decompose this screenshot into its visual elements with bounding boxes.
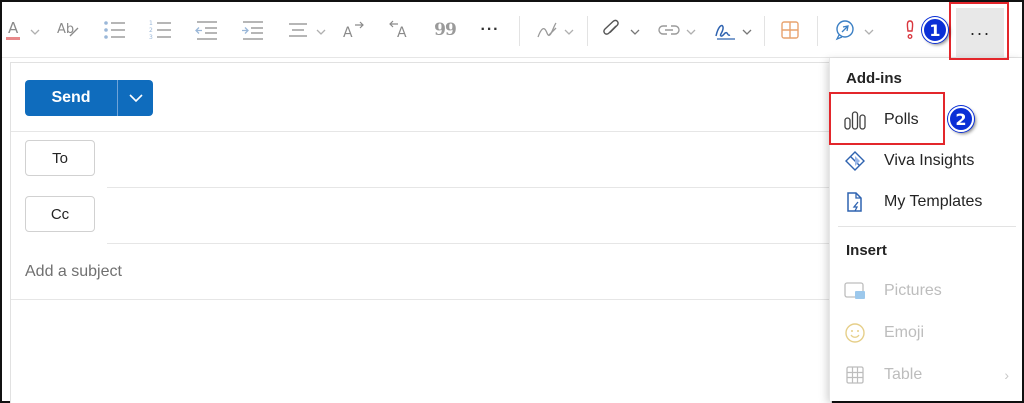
svg-text:A: A (343, 25, 353, 41)
numbering-icon[interactable]: 123 (148, 14, 174, 46)
editor-chevron-icon[interactable] (564, 24, 574, 35)
picture-icon (844, 280, 866, 302)
toolbar-divider (817, 16, 818, 46)
signature-icon[interactable] (712, 14, 738, 46)
chevron-right-icon: › (1004, 367, 1009, 383)
link-icon[interactable] (656, 14, 682, 46)
align-icon[interactable] (286, 14, 310, 46)
svg-text:A: A (397, 25, 407, 41)
apps-icon[interactable] (778, 14, 802, 46)
text-direction-icon[interactable]: A (388, 14, 412, 46)
menu-divider (838, 226, 1016, 227)
emoji-icon (844, 322, 866, 344)
to-button[interactable]: To (25, 140, 95, 176)
attach-icon[interactable] (600, 14, 624, 46)
send-group: Send (25, 80, 153, 116)
annotation-highlight-more-options (949, 2, 1009, 60)
templates-icon (844, 191, 866, 213)
svg-text:2: 2 (149, 27, 153, 34)
loop-chevron-icon[interactable] (864, 24, 874, 35)
format-toolbar: A Ab 123 A A 99 ··· ··· (2, 2, 1022, 58)
insert-heading: Insert (846, 242, 887, 259)
attach-chevron-icon[interactable] (630, 24, 640, 35)
menu-item-viva-insights[interactable]: Viva Insights (830, 142, 1023, 180)
font-color-chevron-icon[interactable] (30, 24, 40, 35)
menu-item-my-templates[interactable]: My Templates (830, 183, 1023, 221)
link-chevron-icon[interactable] (686, 24, 696, 35)
to-field-underline (107, 187, 833, 188)
subject-input[interactable]: Add a subject (25, 263, 122, 281)
signature-chevron-icon[interactable] (742, 24, 752, 35)
menu-item-table: Table › (830, 356, 1023, 394)
compose-form: Send To Cc Add a subject (10, 62, 833, 403)
editor-icon[interactable] (534, 14, 560, 46)
chevron-down-icon (128, 94, 143, 103)
addins-heading: Add-ins (846, 70, 902, 87)
menu-item-label: Emoji (884, 324, 925, 341)
annotation-badge-2: 2 (948, 106, 974, 132)
message-body[interactable] (11, 300, 833, 403)
viva-insights-icon (844, 150, 866, 172)
svg-text:A: A (8, 19, 19, 37)
annotation-highlight-polls (829, 92, 945, 145)
menu-item-pictures: Pictures (830, 272, 1023, 310)
menu-item-label: My Templates (884, 193, 983, 210)
svg-text:3: 3 (149, 34, 153, 41)
quote-icon[interactable]: 99 (432, 14, 458, 46)
annotation-badge-1: 1 (922, 17, 948, 43)
increase-indent-icon[interactable] (240, 14, 266, 46)
toolbar-divider (587, 16, 588, 46)
send-button[interactable]: Send (25, 80, 117, 116)
bullets-icon[interactable] (102, 14, 128, 46)
toolbar-divider (519, 16, 520, 46)
align-chevron-icon[interactable] (316, 24, 326, 35)
toolbar-divider (764, 16, 765, 46)
more-formatting-icon[interactable]: ··· (476, 14, 504, 46)
svg-text:1: 1 (149, 20, 153, 27)
styles-icon[interactable]: Ab (56, 14, 82, 46)
table-icon (844, 364, 866, 386)
decrease-indent-icon[interactable] (194, 14, 220, 46)
menu-item-label: Viva Insights (884, 152, 975, 169)
menu-item-emoji: Emoji (830, 314, 1023, 352)
font-color-icon[interactable]: A (6, 14, 24, 46)
menu-item-label: Pictures (884, 282, 942, 299)
menu-item-label: Table (884, 366, 923, 383)
superscript-icon[interactable]: A (342, 14, 366, 46)
divider (11, 131, 833, 132)
importance-icon[interactable] (900, 14, 920, 46)
loop-icon[interactable] (832, 14, 858, 46)
cc-field-underline (107, 243, 833, 244)
cc-button[interactable]: Cc (25, 196, 95, 232)
send-options-button[interactable] (117, 80, 153, 116)
